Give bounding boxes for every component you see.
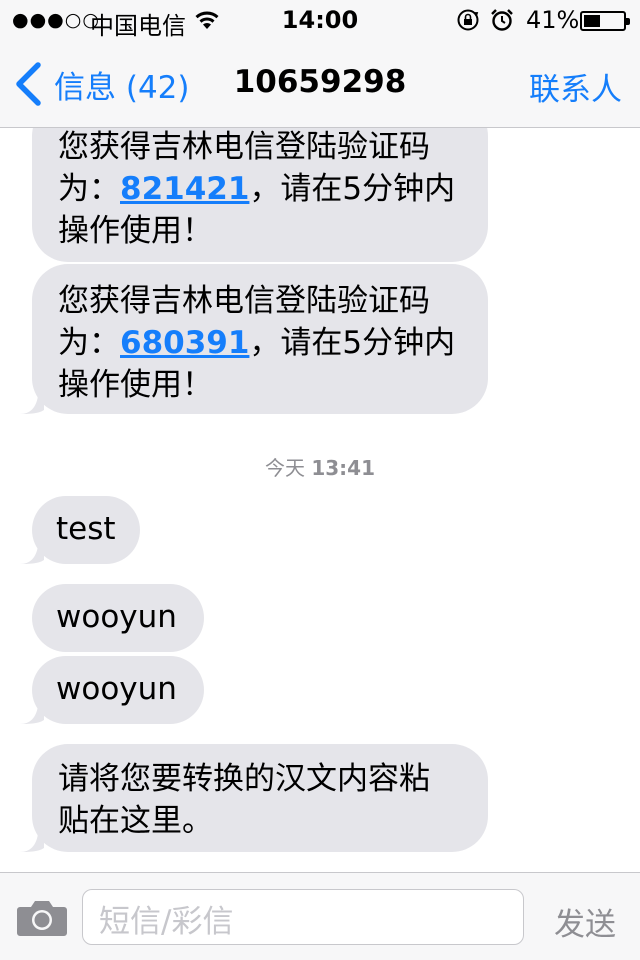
message-bubble[interactable]: 请将您要转换的汉文内容粘 贴在这里。 — [32, 744, 488, 852]
top-bar: ●●●○○ 中国电信 14:00 41% 信息 (42) 10659298 联系… — [0, 0, 640, 128]
orientation-lock-icon — [457, 9, 479, 31]
timestamp-day: 今天 — [264, 456, 305, 480]
message-line: 为：821421，请在5分钟内 — [58, 168, 464, 210]
bubble-tail-icon — [20, 706, 44, 724]
status-bar: ●●●○○ 中国电信 14:00 41% — [0, 0, 640, 40]
camera-icon[interactable] — [16, 897, 68, 937]
contact-button[interactable]: 联系人 — [529, 64, 622, 109]
message-bubble[interactable]: test — [32, 496, 140, 564]
timestamp: 今天 13:41 — [0, 452, 640, 481]
message-line: 操作使用！ — [58, 213, 213, 249]
message-bubble[interactable]: wooyun — [32, 656, 204, 724]
message-text: ，请在5分钟内 — [249, 171, 456, 207]
battery-fill — [584, 15, 600, 27]
message-line: 您获得吉林电信登陆验证码 — [58, 283, 430, 319]
bubble-tail-icon — [20, 546, 44, 564]
alarm-icon — [491, 9, 513, 31]
message-text: wooyun — [56, 671, 177, 707]
message-composer: 发送 — [0, 872, 640, 960]
message-line: 贴在这里。 — [58, 803, 213, 839]
message-thread[interactable]: 您获得吉林电信登陆验证码 为：821421，请在5分钟内 操作使用！ 您获得吉林… — [0, 0, 640, 960]
message-bubble[interactable]: wooyun — [32, 584, 204, 652]
bubble-tail-icon — [20, 396, 44, 414]
message-text: test — [56, 511, 116, 547]
navigation-bar: 信息 (42) 10659298 联系人 — [0, 40, 640, 128]
bubble-tail-icon — [20, 834, 44, 852]
battery-icon — [580, 11, 630, 31]
message-text: wooyun — [56, 599, 177, 635]
message-text: 为： — [58, 171, 120, 207]
message-line: 请将您要转换的汉文内容粘 — [58, 761, 430, 797]
message-bubble[interactable]: 您获得吉林电信登陆验证码 为：680391，请在5分钟内 操作使用！ — [32, 264, 488, 414]
message-line: 您获得吉林电信登陆验证码 — [58, 129, 430, 165]
message-text: 为： — [58, 325, 120, 361]
verification-code-link[interactable]: 680391 — [120, 325, 249, 361]
timestamp-time: 13:41 — [311, 456, 376, 480]
message-line: 为：680391，请在5分钟内 — [58, 322, 464, 364]
message-line: 操作使用！ — [58, 367, 213, 403]
battery-percentage: 41% — [526, 6, 580, 34]
send-button[interactable]: 发送 — [554, 899, 616, 944]
message-text: ，请在5分钟内 — [249, 325, 456, 361]
battery-cap — [626, 18, 630, 25]
verification-code-link[interactable]: 821421 — [120, 171, 249, 207]
message-input[interactable] — [82, 889, 524, 945]
